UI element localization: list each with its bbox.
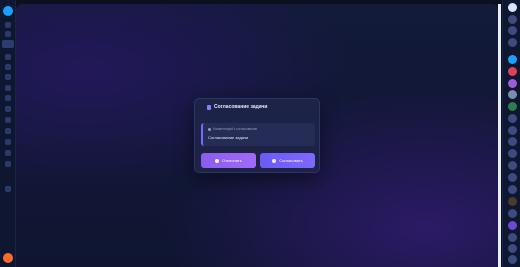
dialog-title: Согласование задачи <box>207 104 267 110</box>
nav-icon[interactable] <box>5 128 11 134</box>
channel-icon[interactable] <box>508 67 517 76</box>
check-icon <box>272 158 277 163</box>
channel-icon[interactable] <box>508 221 517 230</box>
profile-icon[interactable] <box>508 3 517 12</box>
approve-button-label: Согласовать <box>279 158 303 163</box>
close-icon <box>215 158 220 163</box>
channel-icon[interactable] <box>508 79 517 88</box>
approve-button[interactable]: Согласовать <box>260 153 315 168</box>
nav-icon[interactable] <box>5 85 11 91</box>
info-icon <box>208 127 211 131</box>
nav-icon[interactable] <box>5 117 11 123</box>
nav-icon[interactable] <box>5 95 11 101</box>
channel-icon[interactable] <box>508 126 517 135</box>
reject-button-label: Отклонить <box>222 158 242 163</box>
user-avatar[interactable] <box>3 253 13 263</box>
channel-icon[interactable] <box>508 185 517 194</box>
nav-icon[interactable] <box>5 150 11 156</box>
left-sidebar <box>0 0 16 267</box>
nav-icon[interactable] <box>5 64 11 70</box>
channel-icon[interactable] <box>508 197 517 206</box>
channel-icon[interactable] <box>508 114 517 123</box>
task-icon <box>207 104 211 110</box>
nav-item-active[interactable] <box>2 40 14 48</box>
scrollbar[interactable] <box>498 4 501 267</box>
nav-icon[interactable] <box>5 186 11 192</box>
channel-icon[interactable] <box>508 161 517 170</box>
info-hint: Комментарий к согласованию <box>208 127 257 131</box>
chat-icon[interactable] <box>508 15 517 24</box>
nav-icon[interactable] <box>5 31 11 37</box>
dialog-title-text: Согласование задачи <box>214 104 268 110</box>
info-hint-text: Комментарий к согласованию <box>213 127 258 131</box>
nav-icon[interactable] <box>5 106 11 112</box>
info-box: Комментарий к согласованию Согласование … <box>201 123 315 146</box>
app-window: Согласование задачи Комментарий к соглас… <box>0 0 520 267</box>
nav-icon[interactable] <box>5 22 11 28</box>
channel-icon[interactable] <box>508 209 517 218</box>
channel-icon[interactable] <box>508 244 517 253</box>
app-logo-icon[interactable] <box>3 6 13 16</box>
nav-icon[interactable] <box>5 161 11 167</box>
channel-icon[interactable] <box>508 233 517 242</box>
channel-icon[interactable] <box>508 173 517 182</box>
reject-button[interactable]: Отклонить <box>201 153 256 168</box>
channel-icon[interactable] <box>508 137 517 146</box>
channel-icon[interactable] <box>508 55 517 64</box>
channel-icon[interactable] <box>508 149 517 158</box>
nav-icon[interactable] <box>5 139 11 145</box>
nav-icon[interactable] <box>5 54 11 60</box>
channel-icon[interactable] <box>508 90 517 99</box>
calendar-icon[interactable] <box>508 38 517 47</box>
channel-icon[interactable] <box>508 255 517 264</box>
info-text: Согласование задачи <box>208 135 249 140</box>
channel-icon[interactable] <box>508 102 517 111</box>
nav-icon[interactable] <box>5 74 11 80</box>
approval-dialog: Согласование задачи Комментарий к соглас… <box>194 98 320 173</box>
right-sidebar <box>502 0 520 267</box>
contacts-icon[interactable] <box>508 26 517 35</box>
